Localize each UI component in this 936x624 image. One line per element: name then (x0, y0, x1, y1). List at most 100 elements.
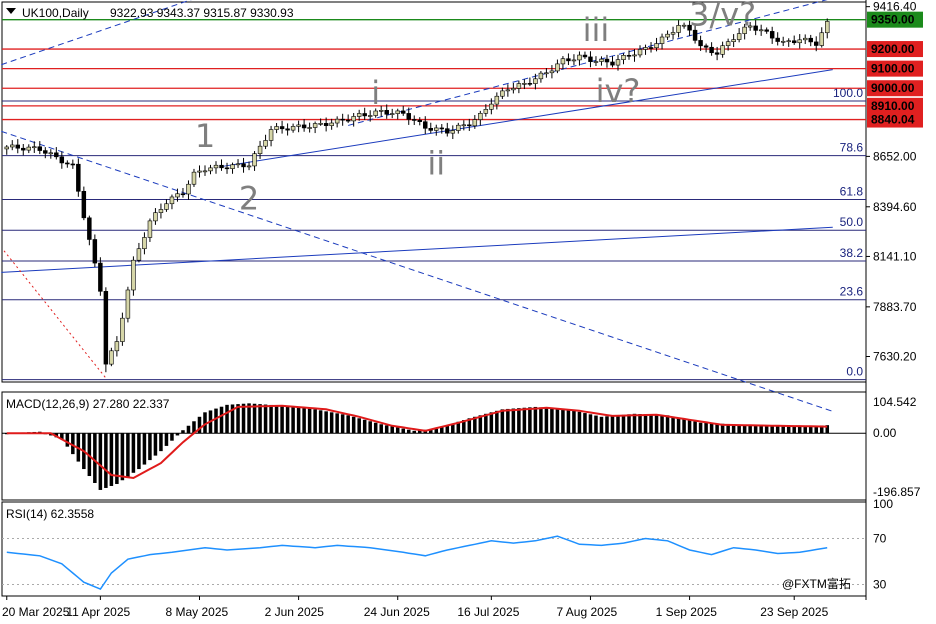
candle-body (356, 113, 362, 117)
candle-body (659, 36, 665, 44)
candle-body (175, 193, 180, 198)
candle-body (483, 109, 489, 114)
macd-histogram-bar (544, 407, 549, 434)
candle-body (610, 61, 615, 66)
macd-histogram-bar (346, 415, 350, 434)
macd-histogram-bar (704, 423, 708, 434)
candle-body (588, 56, 593, 62)
macd-histogram-bar (280, 405, 284, 434)
macd-histogram-bar (627, 414, 631, 434)
candle-body (186, 183, 191, 195)
date-tick-label: 1 Sep 2025 (656, 605, 718, 619)
macd-histogram-bar (500, 409, 505, 434)
macd-histogram-bar (517, 408, 521, 434)
macd-histogram-bar (296, 407, 301, 434)
macd-histogram-bar (175, 433, 180, 436)
candle-body (725, 41, 731, 46)
candle-body (621, 55, 626, 60)
candle-body (648, 47, 654, 49)
candle-body (434, 127, 439, 131)
candle-body (4, 146, 9, 150)
candle-body (37, 146, 43, 151)
macd-histogram-bar (329, 412, 334, 434)
candle-body (412, 119, 417, 121)
candle-body (384, 110, 389, 115)
pane-frame-2 (1, 501, 867, 597)
macd-histogram-bar (770, 425, 774, 434)
candle-body (21, 147, 26, 151)
candle-body (180, 193, 186, 196)
candle-body (296, 124, 301, 127)
wave-label: i (371, 74, 380, 112)
candle-body (389, 113, 395, 115)
candle-body (516, 83, 522, 89)
macd-histogram-bar (159, 433, 163, 452)
candle-body (76, 163, 81, 192)
candle-body (478, 113, 483, 120)
macd-signal-line (6, 404, 828, 480)
macd-histogram-bar (676, 417, 681, 434)
macd-histogram-bar (395, 427, 400, 434)
candle-body (593, 61, 599, 63)
macd-histogram-bar (528, 407, 532, 434)
candle-body (736, 33, 742, 40)
level-label-text: 8840.04 (871, 113, 915, 127)
candle-body (500, 90, 505, 97)
price-tick-label: 8652.00 (873, 149, 917, 163)
candle-body (164, 203, 169, 210)
macd-histogram-bar (285, 406, 290, 434)
wave-label: 3/v? (689, 0, 756, 34)
candle-body (560, 58, 566, 65)
macd-histogram-bar (495, 410, 499, 434)
wave-label: 1 (195, 117, 215, 155)
candle-body (323, 123, 329, 126)
macd-histogram-bar (665, 415, 670, 434)
candle-body (351, 116, 356, 122)
candle-body (219, 164, 224, 169)
candle-body (329, 122, 334, 126)
macd-histogram-bar (93, 433, 97, 483)
macd-histogram-bar (390, 426, 394, 434)
date-tick-label: 23 Sep 2025 (760, 605, 828, 619)
macd-histogram-bar (577, 411, 582, 434)
fib-label: 50.0 (840, 215, 864, 229)
level-label-text: 9100.00 (871, 62, 915, 76)
candle-body (136, 248, 142, 261)
candle-body (268, 129, 274, 141)
rsi-tick-label: 70 (873, 532, 887, 546)
candle-body (731, 39, 736, 43)
candle-body (599, 58, 604, 62)
candle-body (32, 146, 37, 149)
candle-body (406, 113, 411, 120)
candle-body (114, 341, 120, 352)
candle-body (626, 55, 632, 57)
macd-histogram-bar (533, 406, 538, 434)
date-tick-label: 7 Aug 2025 (556, 605, 617, 619)
candle-body (814, 41, 819, 46)
macd-histogram-bar (368, 421, 372, 434)
watermark-text: @FXTM富拓 (782, 576, 851, 591)
candle-body (775, 37, 780, 42)
macd-histogram-bar (539, 407, 543, 434)
candle-body (120, 317, 125, 342)
candle-body (786, 40, 791, 43)
macd-histogram-bar (98, 433, 103, 490)
candle-body (340, 118, 345, 121)
price-tick-label: 8394.60 (873, 200, 917, 214)
macd-label: MACD(12,26,9) 27.280 22.337 (6, 397, 170, 411)
rsi-tick-label: 30 (873, 578, 887, 592)
macd-histogram-bar (764, 425, 769, 434)
macd-histogram-bar (318, 410, 323, 434)
macd-histogram-bar (241, 403, 246, 434)
date-tick-label: 24 Jun 2025 (364, 605, 430, 619)
support-trend-line (221, 69, 833, 168)
candle-body (318, 123, 323, 125)
candle-body (65, 162, 70, 165)
candle-body (213, 164, 219, 169)
macd-histogram-bar (484, 413, 488, 434)
candle-body (808, 37, 813, 43)
candle-body (825, 21, 830, 34)
macd-histogram-bar (632, 413, 637, 434)
candle-body (758, 29, 764, 32)
macd-histogram-bar (313, 409, 317, 434)
